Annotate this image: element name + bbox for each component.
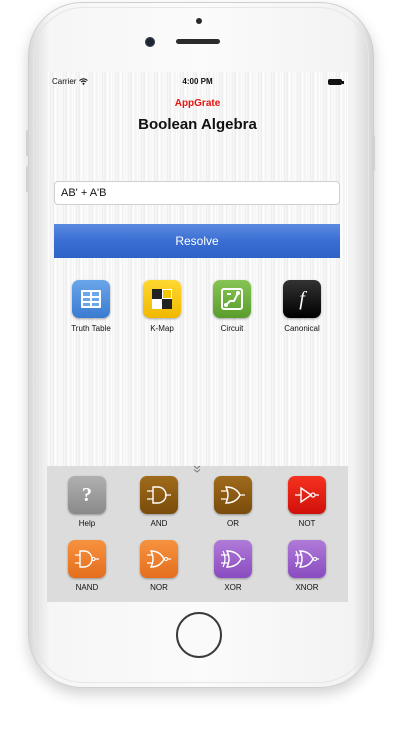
nand-gate-icon <box>68 540 106 578</box>
volume-button <box>26 166 29 192</box>
circuit-icon <box>213 280 251 318</box>
kmap-button[interactable]: K-Map <box>127 280 197 333</box>
table-icon <box>72 280 110 318</box>
nand-button[interactable]: NAND <box>57 540 117 592</box>
chevron-down-icon[interactable] <box>193 465 201 475</box>
canonical-button[interactable]: f Canonical <box>267 280 337 333</box>
nor-button[interactable]: NOR <box>129 540 189 592</box>
help-glyph: ? <box>82 483 92 506</box>
resolve-button[interactable]: Resolve <box>54 224 340 258</box>
tool-label: Truth Table <box>71 324 111 333</box>
kmap-icon <box>143 280 181 318</box>
gate-label: AND <box>150 519 168 528</box>
help-icon: ? <box>68 476 106 514</box>
xnor-button[interactable]: XNOR <box>277 540 337 592</box>
gate-label: Help <box>78 519 96 528</box>
battery-icon <box>328 79 344 85</box>
expression-input[interactable]: AB' + A'B <box>54 181 340 205</box>
app-screen: Carrier 4:00 PM AppGrate Boolean Algebra… <box>47 72 348 602</box>
gates-panel: ? Help AND OR NOT NAND NOR XOR XNOR <box>47 465 348 602</box>
and-gate-icon <box>140 476 178 514</box>
xor-gate-icon <box>214 540 252 578</box>
gate-label: OR <box>227 519 239 528</box>
not-button[interactable]: NOT <box>277 476 337 528</box>
and-button[interactable]: AND <box>129 476 189 528</box>
tools-row: Truth Table K-Map Circuit f Canonical <box>47 280 348 340</box>
gate-label: NAND <box>75 583 99 592</box>
not-gate-icon <box>288 476 326 514</box>
gate-label: XNOR <box>295 583 319 592</box>
front-camera <box>145 37 155 47</box>
home-button[interactable] <box>176 612 222 658</box>
power-button <box>372 135 375 171</box>
nor-gate-icon <box>140 540 178 578</box>
volume-button <box>26 130 29 156</box>
tool-label: Canonical <box>284 324 320 333</box>
function-glyph: f <box>299 287 305 310</box>
truth-table-button[interactable]: Truth Table <box>56 280 126 333</box>
or-gate-icon <box>214 476 252 514</box>
gate-label: XOR <box>224 583 242 592</box>
or-button[interactable]: OR <box>203 476 263 528</box>
status-bar: Carrier 4:00 PM <box>47 77 348 91</box>
brand-label: AppGrate <box>174 98 221 109</box>
circuit-button[interactable]: Circuit <box>197 280 267 333</box>
page-title: Boolean Algebra <box>138 116 257 133</box>
sensor-dot <box>196 18 202 24</box>
xor-button[interactable]: XOR <box>203 540 263 592</box>
gate-label: NOT <box>298 519 316 528</box>
gate-label: NOR <box>150 583 168 592</box>
status-time: 4:00 PM <box>182 77 213 86</box>
tool-label: K-Map <box>150 324 174 333</box>
help-button[interactable]: ? Help <box>57 476 117 528</box>
tool-label: Circuit <box>220 324 244 333</box>
xnor-gate-icon <box>288 540 326 578</box>
earpiece-speaker <box>176 39 220 44</box>
function-icon: f <box>283 280 321 318</box>
